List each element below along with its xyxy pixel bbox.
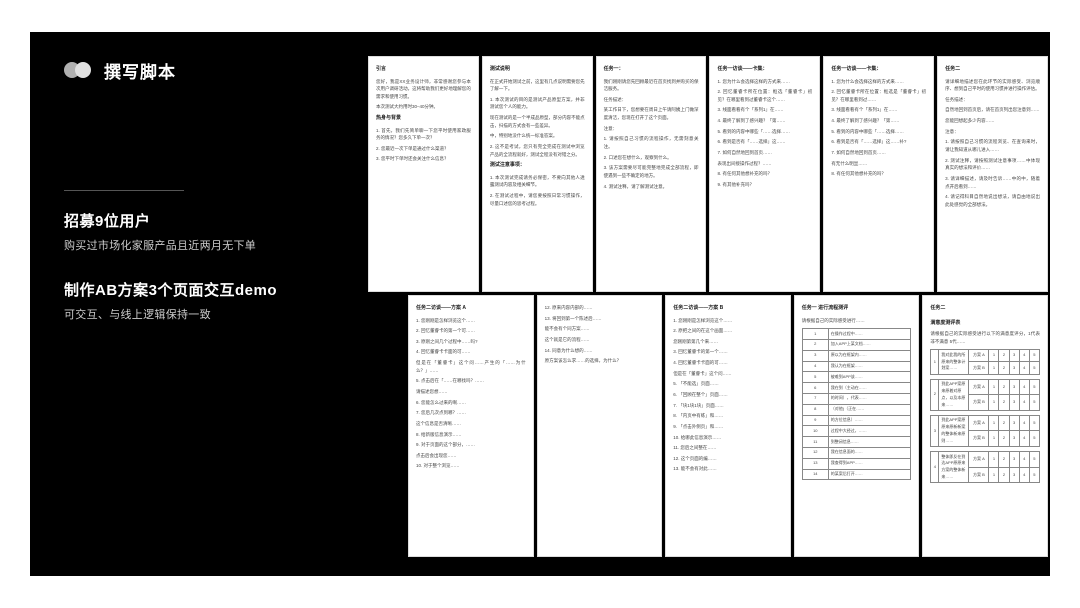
slide-canvas: 撰写脚本 招募9位用户 购买过市场化家服产品且近两月无下单 制作AB方案3个页面… (0, 0, 1080, 608)
doc-page: 任务二访谈——方案 A1. 您刚刚是怎样浏览这个……2. 回忆董睿卡的第一个可…… (408, 295, 534, 557)
section-divider (64, 190, 184, 191)
doc-page: 任务一访谈——卡集：1. 您为什么会选择这样的方式来……2. 回忆董睿卡所在位置… (823, 56, 934, 292)
doc-page: 12. 原来内容内部的……13. 将回到第一个陈述后……能不会有个同方案……这个… (537, 295, 663, 557)
page-title: 撰写脚本 (104, 58, 176, 83)
sidebar-sub-2: 可交互、与线上逻辑保持一致 (64, 306, 344, 322)
logo-icon (64, 62, 94, 80)
sidebar: 招募9位用户 购买过市场化家服产品且近两月无下单 制作AB方案3个页面交互dem… (64, 210, 344, 348)
doc-page: 任务一访谈——卡集：1. 您为什么会选择这样的方式来……2. 回忆董睿卡所在位置… (709, 56, 820, 292)
doc-page: 测试说明在正式开始测试之前，这里有几点说明需要您先了解一下。1. 本次测试的目的… (482, 56, 593, 292)
doc-page: 任务一 进行流程测评请根据自己的实际感受进行……1在操作过程中……2加入APP上… (794, 295, 920, 557)
header-logo: 撰写脚本 (64, 58, 176, 83)
sidebar-sub-1: 购买过市场化家服产品且近两月无下单 (64, 237, 344, 253)
doc-page: 任务二满意度测评表请根据自己的实际感受进行以下的满意度评分，1代表非不满意 5代… (922, 295, 1048, 557)
doc-page: 任务二访谈——方案 B1. 您刚刚是怎样浏览这个……2. 原把之间的在这个画面…… (665, 295, 791, 557)
doc-page: 引言您好，我是XX业务设计师，非常感谢您参与本次用户调研活动，这将帮助我们更好地… (368, 56, 479, 292)
sidebar-heading-1: 招募9位用户 (64, 210, 344, 231)
sidebar-heading-2: 制作AB方案3个页面交互demo (64, 279, 344, 300)
doc-page: 任务一：我们刚刚请您先回顾最近在首页找到并购买的保洁服务。任务描述：某工作日下，… (596, 56, 707, 292)
slide: 撰写脚本 招募9位用户 购买过市场化家服产品且近两月无下单 制作AB方案3个页面… (30, 32, 1050, 576)
doc-page: 任务二请详细地描述您在此环节的实际感受、浏览顺序、想到自己平时的使用习惯并进行操… (937, 56, 1048, 292)
document-previews: 引言您好，我是XX业务设计师，非常感谢您参与本次用户调研活动，这将帮助我们更好地… (368, 56, 1048, 566)
